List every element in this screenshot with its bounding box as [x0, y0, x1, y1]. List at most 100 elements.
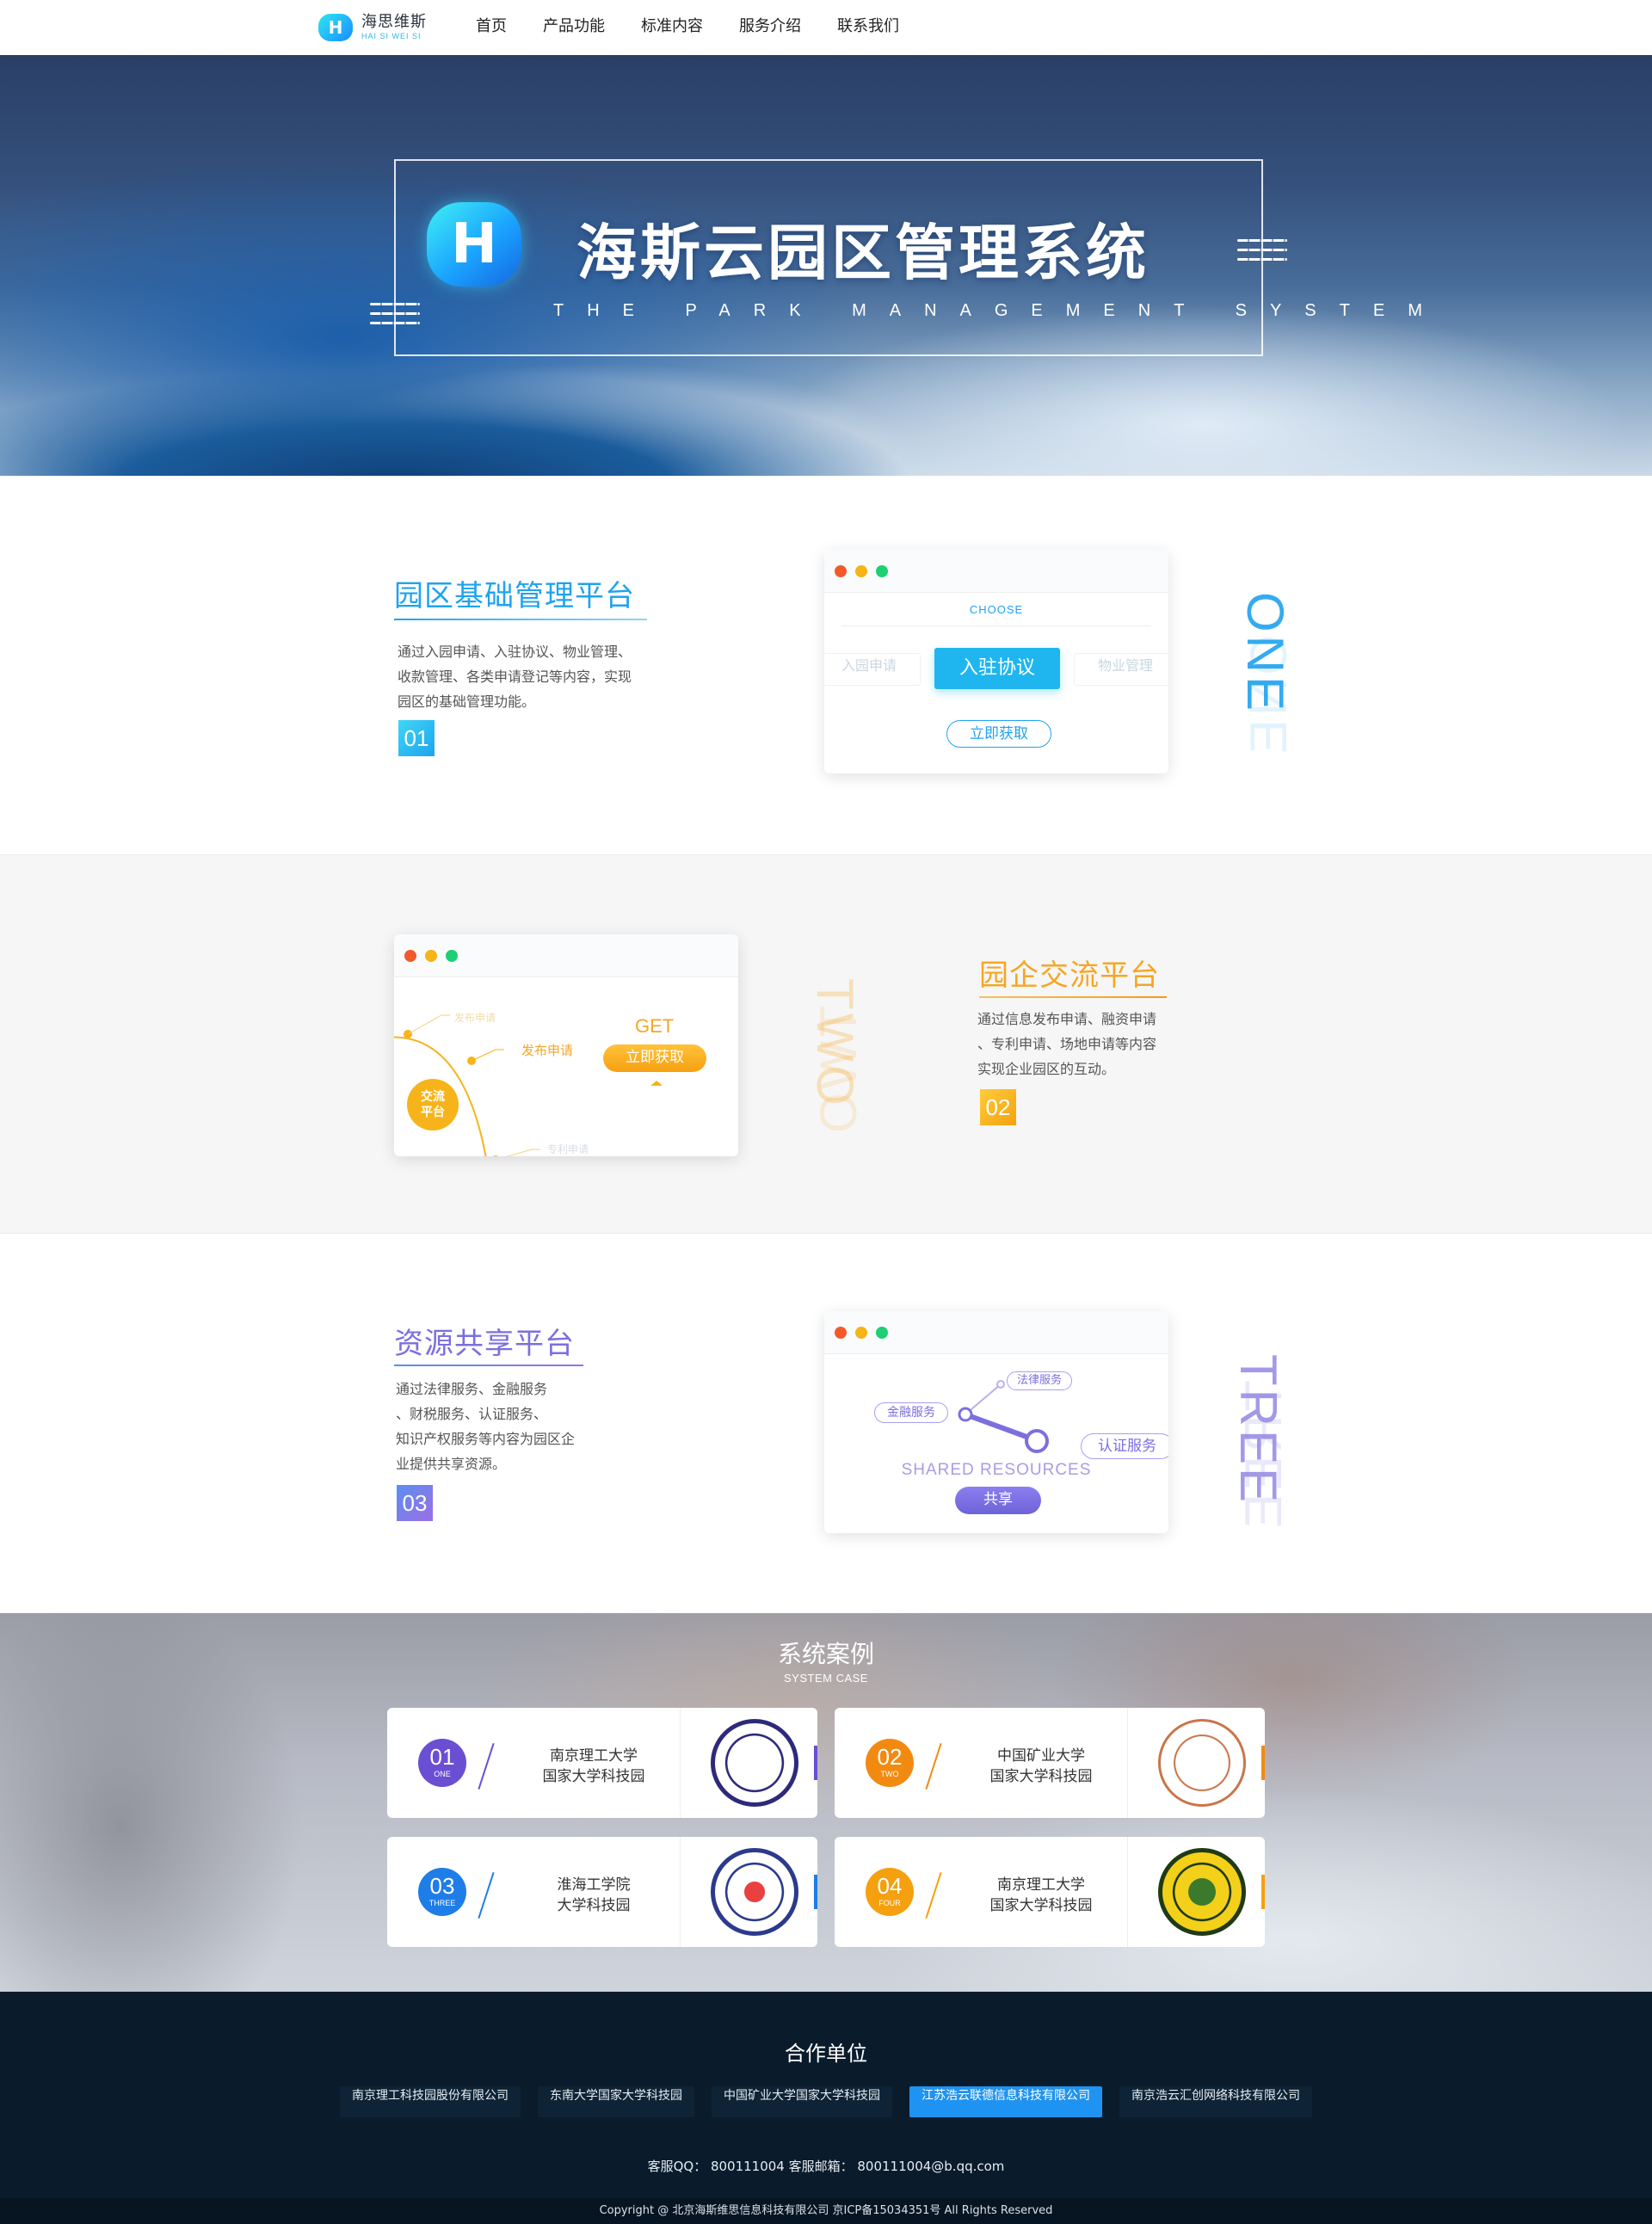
vertical-word: TWO	[806, 978, 864, 1109]
site-footer: 合作单位 南京理工科技园股份有限公司 东南大学国家大学科技园 中国矿业大学国家大…	[0, 1992, 1652, 2224]
feature-number-badge: 03	[397, 1485, 433, 1521]
maximize-dot-icon	[446, 950, 458, 962]
window-titlebar	[394, 934, 738, 977]
shared-resources-caption: SHARED RESOURCES	[901, 1461, 1092, 1479]
title-underline	[979, 996, 1167, 998]
hero-subtitle: THE PARK MANAGEMENT SYSTEM	[553, 301, 1446, 320]
nav-item-features[interactable]: 产品功能	[543, 0, 605, 55]
minimize-dot-icon	[855, 565, 867, 577]
wave-lines-icon	[1237, 239, 1287, 268]
flow-label-patent: 专利申请	[547, 1143, 589, 1155]
university-seal-logo	[711, 1848, 798, 1936]
get-now-button[interactable]: 立即获取	[603, 1044, 706, 1072]
cases-title: 系统案例	[777, 1640, 874, 1668]
minimize-dot-icon	[425, 950, 437, 962]
logo-name-cn: 海思维斯	[361, 13, 427, 31]
partner-link[interactable]: 东南大学国家大学科技园	[538, 2086, 694, 2117]
nav-item-home[interactable]: 首页	[476, 0, 507, 55]
nav-item-services[interactable]: 服务介绍	[739, 0, 801, 55]
partner-link[interactable]: 南京理工科技园股份有限公司	[340, 2086, 521, 2117]
contact-info: 客服QQ： 800111004 客服邮箱： 800111004@b.qq.com	[647, 2159, 1005, 2174]
logo-name-en: HAI SI WEI SI	[361, 32, 422, 40]
feature-description: 通过入园申请、入驻协议、物业管理、 收款管理、各类申请登记等内容，实现 园区的基…	[398, 644, 632, 710]
preview-window: 法律服务 金融服务 认证服务 SHARED RESOURCES 共享	[824, 1311, 1168, 1533]
case-number-badge: 01 ONE	[418, 1739, 466, 1787]
case-card[interactable]: 01 ONE 南京理工大学 国家大学科技园	[387, 1708, 817, 1818]
share-button[interactable]: 共享	[955, 1487, 1041, 1514]
hero-title: 海斯云园区管理系统	[576, 218, 1150, 288]
partner-link[interactable]: 南京浩云汇创网络科技有限公司	[1119, 2086, 1312, 2117]
feature-title: 资源共享平台	[394, 1327, 575, 1361]
flow-label-faded: 发布申请	[454, 1012, 496, 1024]
top-header: H 海思维斯 HAI SI WEI SI 首页 产品功能 标准内容 服务介绍 联…	[0, 0, 1652, 55]
chip-settle-agreement[interactable]: 入驻协议	[934, 648, 1060, 689]
title-underline	[394, 1365, 583, 1366]
chip-property-management[interactable]: 物业管理	[1074, 653, 1168, 686]
hero-logo-icon: H	[427, 197, 521, 292]
feature-title: 园企交流平台	[979, 958, 1160, 993]
slash-divider	[478, 1743, 495, 1790]
feature-section-2: 发布申请 发布申请 专利申请 交流 平台 GET 立即获取 TWO TWO 园企交…	[0, 854, 1652, 1234]
case-number-badge: 02 TWO	[866, 1739, 914, 1787]
maximize-dot-icon	[876, 565, 888, 577]
slash-divider	[478, 1872, 495, 1919]
case-name: 淮海工学院 大学科技园	[557, 1876, 631, 1914]
case-number-badge: 04 FOUR	[866, 1868, 914, 1916]
case-card[interactable]: 02 TWO 中国矿业大学 国家大学科技园	[835, 1708, 1265, 1818]
partner-link[interactable]: 中国矿业大学国家大学科技园	[712, 2086, 892, 2117]
partner-link-active[interactable]: 江苏浩云联德信息科技有限公司	[909, 2086, 1102, 2117]
preview-window: CHOOSE 入园申请 入驻协议 物业管理 立即获取	[824, 550, 1168, 773]
partner-list: 南京理工科技园股份有限公司 东南大学国家大学科技园 中国矿业大学国家大学科技园 …	[0, 2086, 1652, 2117]
copyright-bar: Copyright @ 北京海斯维思信息科技有限公司 京ICP备15034351…	[0, 2198, 1652, 2224]
tag-certification-service[interactable]: 认证服务	[1081, 1433, 1168, 1459]
vertical-word: TREE	[1230, 1354, 1287, 1506]
partners-title: 合作单位	[785, 2042, 867, 2066]
cases-subtitle: SYSTEM CASE	[784, 1672, 868, 1685]
case-name: 中国矿业大学 国家大学科技园	[989, 1747, 1093, 1785]
university-seal-logo	[1158, 1719, 1246, 1807]
tag-legal-service[interactable]: 法律服务	[1007, 1371, 1072, 1390]
chip-park-application[interactable]: 入园申请	[824, 653, 921, 686]
flow-label-publish: 发布申请	[521, 1043, 574, 1058]
get-label: GET	[635, 1015, 675, 1037]
title-underline	[394, 619, 647, 620]
feature-section-1: 园区基础管理平台 通过入园申请、入驻协议、物业管理、 收款管理、各类申请登记等内…	[0, 476, 1652, 854]
minimize-dot-icon	[855, 1327, 867, 1339]
case-name: 南京理工大学 国家大学科技园	[989, 1876, 1093, 1914]
tag-finance-service[interactable]: 金融服务	[874, 1402, 948, 1423]
close-dot-icon	[835, 565, 847, 577]
feature-description: 通过法律服务、金融服务 、财税服务、认证服务、 知识产权服务等内容为园区企 业提…	[396, 1381, 576, 1472]
window-titlebar	[824, 550, 1168, 593]
case-card[interactable]: 04 FOUR 南京理工大学 国家大学科技园	[835, 1837, 1265, 1947]
main-nav: 首页 产品功能 标准内容 服务介绍 联系我们	[476, 0, 935, 55]
close-dot-icon	[835, 1327, 847, 1339]
feature-description: 通过信息发布申请、融资申请 、专利申请、场地申请等内容 实现企业园区的互动。	[977, 1011, 1157, 1077]
feature-number-badge: 02	[980, 1089, 1016, 1125]
system-cases-section: 系统案例 SYSTEM CASE 01 ONE 南京理工大学 国家大学科技园 02 T…	[0, 1613, 1652, 1992]
feature-title: 园区基础管理平台	[394, 579, 635, 613]
caret-icon	[650, 1081, 663, 1086]
nav-item-contact[interactable]: 联系我们	[837, 0, 899, 55]
case-name: 南京理工大学 国家大学科技园	[542, 1747, 645, 1785]
nav-item-standards[interactable]: 标准内容	[641, 0, 703, 55]
feature-section-3: 资源共享平台 通过法律服务、金融服务 、财税服务、认证服务、 知识产权服务等内容…	[0, 1234, 1652, 1613]
logo-icon: H	[317, 10, 356, 45]
maximize-dot-icon	[876, 1327, 888, 1339]
slash-divider	[925, 1872, 942, 1919]
university-seal-logo	[711, 1719, 798, 1807]
site-logo[interactable]: H 海思维斯 HAI SI WEI SI	[317, 10, 428, 45]
divider	[841, 625, 1151, 626]
window-titlebar	[824, 1311, 1168, 1354]
close-dot-icon	[404, 950, 416, 962]
preview-window: 发布申请 发布申请 专利申请 交流 平台 GET 立即获取	[394, 934, 738, 1156]
exchange-platform-badge: 交流 平台	[407, 1079, 459, 1130]
vertical-word: ONE	[1236, 592, 1294, 715]
choose-label: CHOOSE	[969, 603, 1024, 616]
get-now-button[interactable]: 立即获取	[946, 720, 1051, 748]
feature-number-badge: 01	[398, 720, 435, 756]
university-seal-logo	[1158, 1848, 1246, 1936]
slash-divider	[925, 1743, 942, 1790]
case-card[interactable]: 03 THREE 淮海工学院 大学科技园	[387, 1837, 817, 1947]
case-number-badge: 03 THREE	[418, 1868, 466, 1916]
wave-lines-icon	[370, 303, 420, 332]
